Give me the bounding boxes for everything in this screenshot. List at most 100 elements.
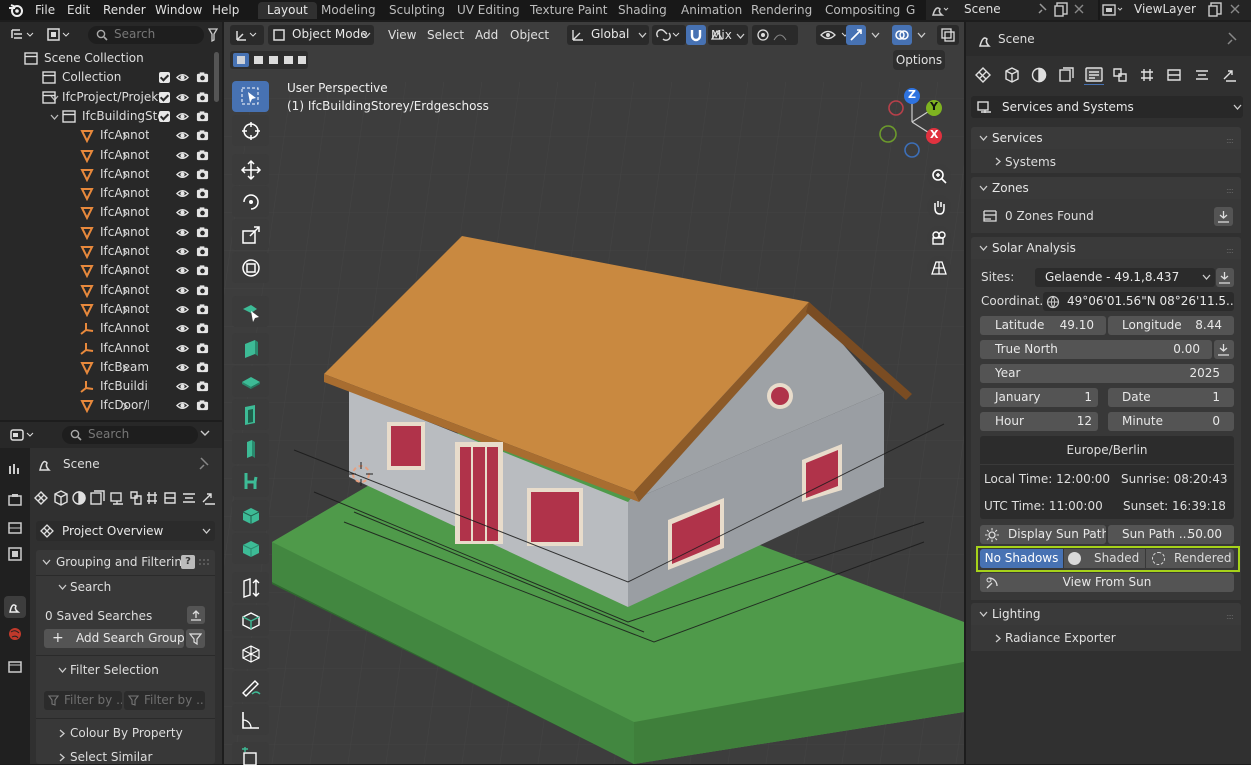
- camera-icon[interactable]: [196, 322, 209, 335]
- camera-icon[interactable]: [196, 91, 209, 104]
- eye-icon[interactable]: [176, 110, 189, 123]
- outliner-row[interactable]: IfcAnnota: [0, 184, 218, 203]
- camera-icon[interactable]: [196, 399, 209, 412]
- transform-orientation[interactable]: Global: [567, 25, 649, 45]
- help-icon[interactable]: ?: [181, 555, 195, 569]
- date-field[interactable]: Date 1: [1108, 388, 1234, 407]
- latitude-field[interactable]: Latitude 49.10: [980, 316, 1106, 335]
- editor-type-icon[interactable]: [10, 27, 36, 42]
- add-cube-tool[interactable]: [232, 742, 269, 765]
- services-section-header[interactable]: Services: [971, 127, 1241, 149]
- camera-view-button[interactable]: [927, 226, 951, 250]
- chevron-down-icon[interactable]: [200, 428, 210, 438]
- hour-field[interactable]: Hour 12: [980, 412, 1098, 431]
- outliner-row[interactable]: IfcAnnota: [0, 223, 218, 242]
- chevron-right-icon[interactable]: [58, 753, 67, 762]
- camera-icon[interactable]: [196, 187, 209, 200]
- cube-outline-tool[interactable]: [232, 605, 269, 636]
- chevron-right-icon[interactable]: [58, 729, 67, 738]
- outliner-row[interactable]: IfcAnnota: [0, 165, 218, 184]
- properties-editor-icon[interactable]: [10, 428, 36, 442]
- outliner-row[interactable]: IfcBuildingSto: [0, 107, 218, 126]
- menu-window[interactable]: Window: [155, 1, 202, 19]
- include-checkbox[interactable]: [159, 72, 170, 84]
- camera-icon[interactable]: [196, 342, 209, 355]
- drag-handle-icon[interactable]: [199, 559, 209, 565]
- outliner-row[interactable]: IfcAnnota: [0, 319, 218, 338]
- close-scene-icon[interactable]: [1074, 4, 1084, 14]
- eye-icon[interactable]: [176, 149, 189, 162]
- new-viewlayer-icon[interactable]: [1208, 2, 1223, 17]
- outliner-row[interactable]: IfcBuilding: [0, 377, 218, 396]
- render-tab-icon[interactable]: [7, 492, 23, 508]
- rendered-option[interactable]: Rendered: [1146, 549, 1234, 568]
- menu-help[interactable]: Help: [212, 1, 239, 19]
- view-layer-tab-icon[interactable]: [7, 546, 23, 562]
- search-subsection[interactable]: Search: [70, 580, 111, 594]
- outliner-row[interactable]: IfcAnnota: [0, 339, 218, 358]
- cursor-tool[interactable]: [232, 115, 269, 146]
- drag-handle-icon[interactable]: ::::: [1226, 612, 1234, 621]
- navigation-gizmo[interactable]: Z Y X: [876, 86, 948, 158]
- camera-icon[interactable]: [196, 129, 209, 142]
- no-shadows-option[interactable]: No Shadows: [980, 549, 1063, 568]
- collection-tab-icon[interactable]: [7, 658, 23, 674]
- outliner-row-scene-collection[interactable]: Scene Collection: [0, 49, 218, 68]
- outliner-scrollbar[interactable]: [214, 52, 219, 102]
- outliner-row[interactable]: IfcAnnota: [0, 203, 218, 222]
- world-tab-icon[interactable]: [7, 626, 23, 642]
- close-viewlayer-icon[interactable]: [1230, 4, 1240, 14]
- outliner-row[interactable]: IfcAnnota: [0, 300, 218, 319]
- solar-section-header[interactable]: Solar Analysis: [971, 237, 1241, 259]
- cube-tool[interactable]: [232, 533, 269, 564]
- display-mode-icon[interactable]: [46, 27, 72, 42]
- eye-icon[interactable]: [176, 264, 189, 277]
- mode-selector[interactable]: Object Mode: [268, 25, 374, 45]
- door-tool[interactable]: [232, 399, 269, 430]
- wall-tool[interactable]: [232, 333, 269, 364]
- bim-search-input[interactable]: Search: [62, 426, 198, 444]
- year-field[interactable]: Year 2025: [980, 364, 1234, 383]
- viewport-menu-object[interactable]: Object: [510, 26, 549, 44]
- tab-layout[interactable]: Layout: [258, 2, 317, 19]
- camera-icon[interactable]: [196, 245, 209, 258]
- menu-file[interactable]: File: [35, 1, 55, 19]
- properties-category-dropdown[interactable]: Services and Systems: [971, 96, 1243, 118]
- viewlayer-name[interactable]: ViewLayer: [1134, 0, 1196, 18]
- slab-tool[interactable]: [232, 366, 269, 397]
- camera-icon[interactable]: [196, 284, 209, 297]
- viewport-menu-view[interactable]: View: [388, 26, 416, 44]
- viewlayer-selector[interactable]: ViewLayer: [1100, 0, 1251, 20]
- eye-icon[interactable]: [176, 361, 189, 374]
- pin-icon[interactable]: [198, 457, 210, 471]
- tab-texture-paint[interactable]: Texture Paint: [530, 2, 607, 19]
- pin-icon[interactable]: [1037, 3, 1049, 16]
- grouping-title[interactable]: Grouping and Filtering: [56, 555, 190, 569]
- bim-category-icons[interactable]: [33, 488, 219, 508]
- tab-uv-editing[interactable]: UV Editing: [457, 2, 520, 19]
- xray-toggle[interactable]: [937, 25, 959, 45]
- chevron-down-icon[interactable]: [58, 583, 67, 592]
- include-checkbox[interactable]: [159, 91, 170, 103]
- filter-by-field-a[interactable]: Filter by ...: [44, 691, 122, 710]
- coordinates-field[interactable]: 49°06'01.56"N 08°26'11.5...: [1043, 292, 1234, 311]
- lighting-section-header[interactable]: Lighting: [971, 603, 1241, 625]
- tab-shading[interactable]: Shading: [618, 2, 667, 19]
- eye-icon[interactable]: [176, 399, 189, 412]
- menu-edit[interactable]: Edit: [67, 1, 90, 19]
- eye-icon[interactable]: [176, 303, 189, 316]
- export-searches-button[interactable]: [187, 606, 205, 624]
- systems-subsection[interactable]: Systems: [1005, 155, 1056, 169]
- outliner-row[interactable]: IfcProject/Projekt: [0, 88, 218, 107]
- tab-rendering[interactable]: Rendering: [751, 2, 812, 19]
- rotate-tool[interactable]: [232, 186, 269, 217]
- eye-icon[interactable]: [176, 187, 189, 200]
- camera-icon[interactable]: [196, 264, 209, 277]
- camera-icon[interactable]: [196, 226, 209, 239]
- outliner-row[interactable]: IfcAnnota: [0, 242, 218, 261]
- eye-icon[interactable]: [176, 380, 189, 393]
- camera-icon[interactable]: [196, 361, 209, 374]
- overlay-toggle[interactable]: [892, 25, 912, 45]
- tab-animation[interactable]: Animation: [681, 2, 742, 19]
- pan-button[interactable]: [927, 195, 951, 219]
